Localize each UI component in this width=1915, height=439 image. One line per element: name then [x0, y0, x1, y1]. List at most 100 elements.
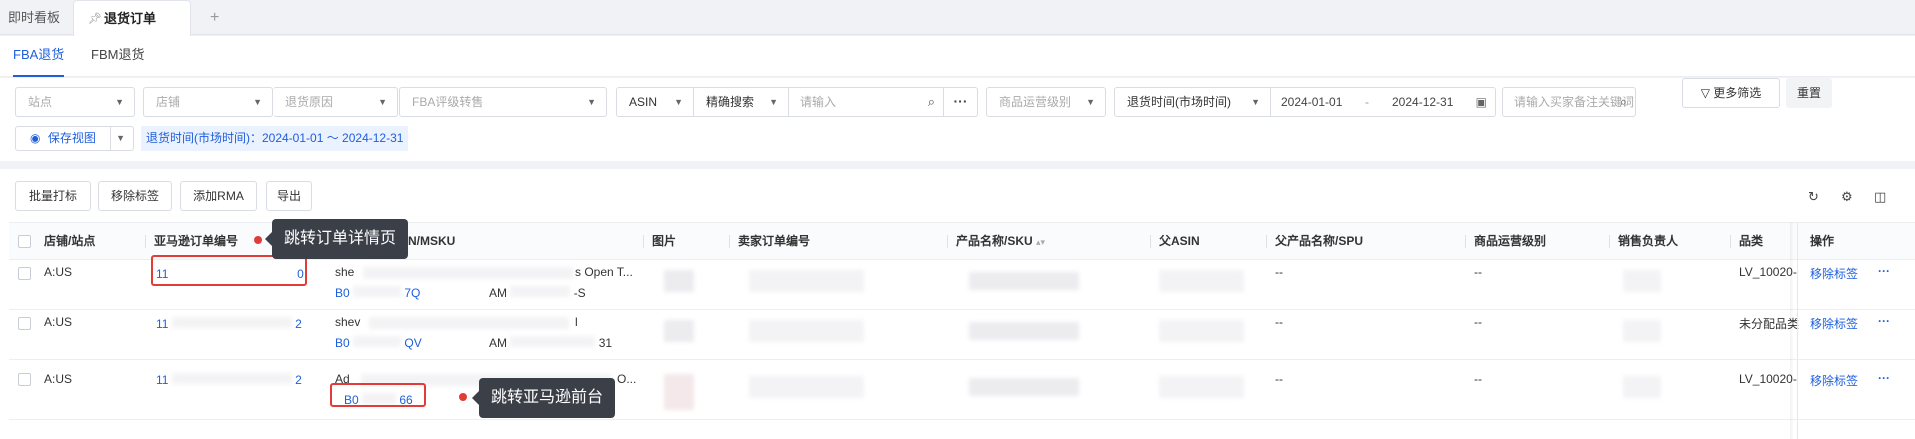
parent-asin-value: [1159, 320, 1244, 342]
product-image: [664, 320, 694, 342]
seller-order-no-value: [749, 376, 864, 398]
row-checkbox[interactable]: [18, 267, 31, 280]
columns-icon[interactable]: ◫: [1874, 189, 1886, 205]
parent-product-spu-value: --: [1275, 372, 1283, 386]
pin-icon[interactable]: 📌︎: [88, 2, 102, 37]
asin-link-highlight: [330, 383, 426, 407]
search-mode-select[interactable]: 精确搜索 ▼: [693, 87, 789, 117]
sort-icon[interactable]: ▴▾: [1036, 237, 1045, 247]
date-separator: -: [1365, 95, 1369, 109]
add-tab-button[interactable]: +: [210, 0, 219, 35]
callout-dot: [254, 236, 262, 244]
eye-icon: ◉: [30, 131, 41, 145]
row-checkbox[interactable]: [18, 373, 31, 386]
parent-asin-value: [1159, 270, 1244, 292]
tab-fbm-returns[interactable]: FBM退货: [91, 36, 144, 77]
more-filters-label: 更多筛选: [1713, 86, 1762, 100]
asin-link[interactable]: B0 QV: [335, 336, 422, 350]
tooltip-order-detail: 跳转订单详情页: [264, 219, 409, 259]
fba-grade-select-placeholder: FBA评级转售: [412, 95, 484, 109]
more-filters-button[interactable]: ▽ 更多筛选: [1682, 78, 1780, 108]
select-all-checkbox[interactable]: [18, 235, 31, 248]
top-tab-bar: 即时看板 📌︎ 退货订单 +: [0, 0, 1915, 36]
refresh-icon[interactable]: ↻: [1808, 189, 1819, 205]
reset-button[interactable]: 重置: [1786, 78, 1832, 108]
chevron-down-icon: ▼: [1251, 97, 1260, 107]
row-more-button[interactable]: ···: [1878, 314, 1890, 328]
search-mode-value: 精确搜索: [706, 95, 755, 109]
fba-grade-select[interactable]: FBA评级转售 ▼: [399, 87, 607, 117]
asin-search-input[interactable]: 请输入 ⌕: [788, 87, 944, 117]
tab-return-orders[interactable]: 📌︎ 退货订单: [73, 0, 191, 36]
orders-table-card: 批量打标 移除标签 添加RMA 导出 ↻ ⚙ ◫ 店铺/站点 亚马逊订单编号 A…: [0, 161, 1915, 439]
save-view-label: 保存视图: [47, 131, 96, 145]
header-product-sku-label: 产品名称/SKU: [956, 234, 1033, 248]
more-options-button[interactable]: ···: [944, 87, 978, 117]
tab-instant-dashboard[interactable]: 即时看板: [8, 0, 60, 35]
date-type-select[interactable]: 退货时间(市场时间) ▼: [1114, 87, 1271, 117]
ops-level-value: --: [1474, 265, 1482, 279]
date-start[interactable]: 2024-01-01: [1281, 88, 1342, 116]
row-checkbox[interactable]: [18, 317, 31, 330]
shop-site-value: A:US: [44, 265, 73, 279]
product-title-end: s Open T...: [575, 265, 633, 279]
header-ops-level: 商品运营级别: [1474, 234, 1547, 248]
chevron-down-icon: ▼: [378, 97, 387, 107]
header-actions: 操作: [1810, 234, 1835, 248]
tab-fba-returns[interactable]: FBA退货: [13, 36, 65, 77]
shop-select[interactable]: 店铺 ▼: [143, 87, 273, 117]
export-button[interactable]: 导出: [266, 181, 312, 211]
tooltip-amazon-front: 跳转亚马逊前台: [471, 378, 616, 418]
buyer-note-keyword-input[interactable]: 请输入买家备注关键词 ⌕: [1502, 87, 1636, 117]
header-product-sku[interactable]: 产品名称/SKU ▴▾: [956, 223, 1045, 260]
sales-owner-value: [1623, 270, 1661, 292]
date-end[interactable]: 2024-12-31: [1392, 88, 1453, 116]
chevron-down-icon: ▼: [115, 97, 124, 107]
remove-tag-link[interactable]: 移除标签: [1810, 372, 1858, 389]
ops-level-select[interactable]: 商品运营级别 ▼: [986, 87, 1106, 117]
asin-field-select[interactable]: ASIN ▼: [616, 87, 694, 117]
remove-tag-button[interactable]: 移除标签: [98, 181, 172, 211]
order-link-highlight: [151, 255, 307, 286]
reason-select[interactable]: 退货原因 ▼: [273, 87, 398, 117]
date-range-picker[interactable]: 2024-01-01 - 2024-12-31 ▣: [1270, 87, 1496, 117]
header-shop-site: 店铺/站点: [44, 234, 96, 248]
header-parent-product-spu: 父产品名称/SPU: [1275, 234, 1364, 248]
chevron-down-icon: ▼: [769, 97, 778, 107]
parent-product-spu-value: --: [1275, 315, 1283, 329]
chevron-down-icon: ▼: [674, 97, 683, 107]
shop-site-value: A:US: [44, 372, 73, 386]
add-rma-button[interactable]: 添加RMA: [180, 181, 257, 211]
header-seller-order-no: 卖家订单编号: [738, 234, 811, 248]
remove-tag-link[interactable]: 移除标签: [1810, 265, 1858, 282]
remove-tag-link[interactable]: 移除标签: [1810, 315, 1858, 332]
row-more-button[interactable]: ···: [1878, 371, 1890, 385]
search-icon[interactable]: ⌕: [1620, 88, 1627, 116]
gear-icon[interactable]: ⚙: [1841, 189, 1853, 205]
active-filter-tag[interactable]: 退货时间(市场时间)：2024-01-01 ～ 2024-12-31: [141, 126, 409, 151]
table-row: A:US 11 2 shev l B0 QV AM 31 -- -- 未分配品类…: [9, 310, 1915, 360]
shop-select-placeholder: 店铺: [156, 95, 181, 109]
product-title-end: l: [575, 315, 578, 329]
product-sku-value: [969, 272, 1079, 290]
chevron-down-icon[interactable]: ▼: [116, 127, 125, 150]
parent-product-spu-value: --: [1275, 265, 1283, 279]
product-image: [664, 270, 694, 292]
chevron-down-icon: ▼: [253, 97, 262, 107]
amazon-order-link[interactable]: 11 2: [156, 373, 302, 387]
save-view-button[interactable]: ◉ 保存视图 ▼: [15, 126, 134, 151]
category-value: LV_10020-: [1739, 265, 1797, 279]
site-select-placeholder: 站点: [28, 95, 53, 109]
asin-search-placeholder: 请输入: [800, 95, 837, 109]
product-sku-value: [969, 378, 1079, 396]
table-row: A:US 11 2 Ad O... B0 66 -- -- LV_10020- …: [9, 360, 1915, 420]
amazon-order-link[interactable]: 11 2: [156, 317, 302, 331]
search-icon[interactable]: ⌕: [928, 88, 935, 116]
category-value: LV_10020-: [1739, 372, 1797, 386]
row-more-button[interactable]: ···: [1878, 264, 1890, 278]
batch-tag-button[interactable]: 批量打标: [15, 181, 91, 211]
asin-link[interactable]: B0 7Q: [335, 286, 420, 300]
site-select[interactable]: 站点 ▼: [15, 87, 135, 117]
product-title-start: shev: [335, 315, 361, 329]
product-title-start: she: [335, 265, 355, 279]
